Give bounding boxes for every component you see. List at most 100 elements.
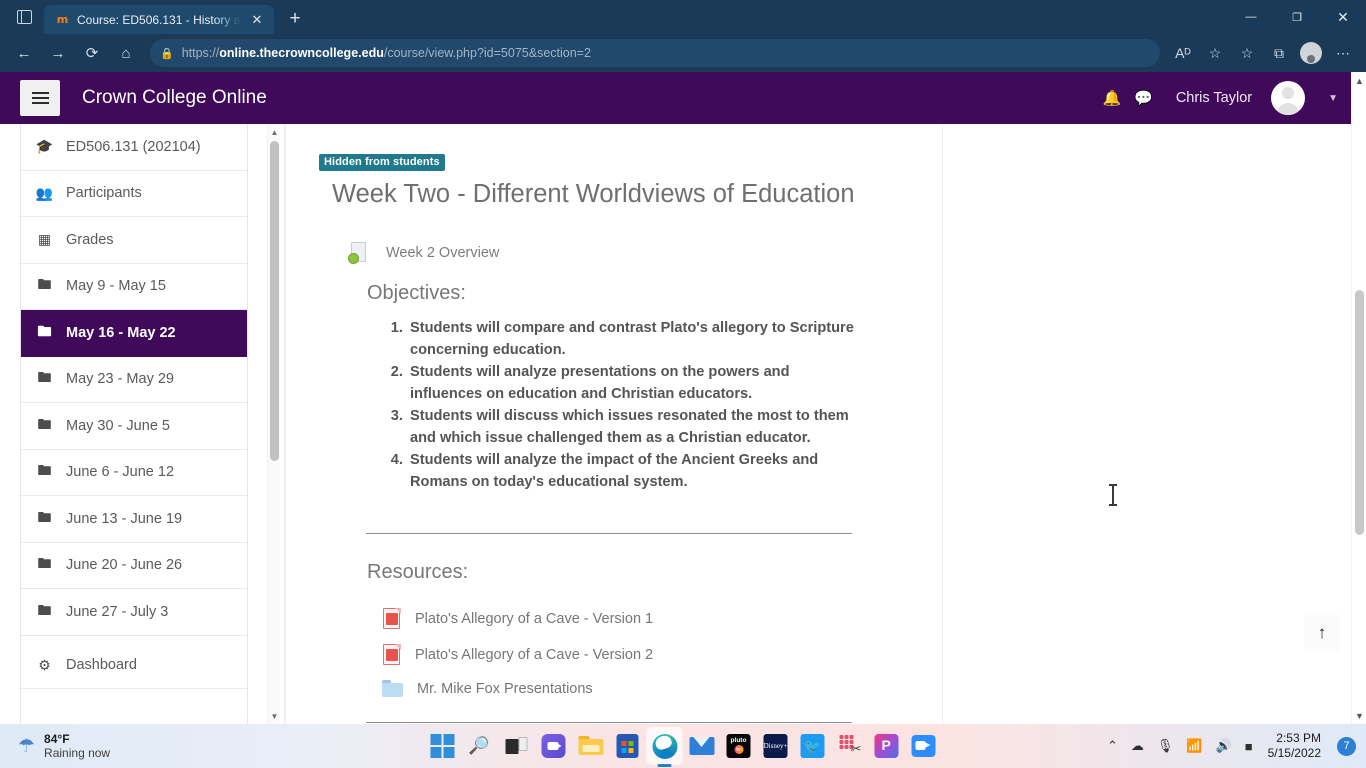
maximize-button[interactable]: ❐ [1274,0,1320,34]
onedrive-icon[interactable]: ☁ [1131,738,1144,754]
sidebar-item-label: June 20 - June 26 [66,557,183,574]
sidebar-divider [21,635,247,643]
user-name[interactable]: Chris Taylor [1176,90,1252,106]
page-scroll-up-icon[interactable]: ▲ [1352,72,1366,89]
page-scroll-down-icon[interactable]: ▼ [1352,707,1366,724]
url-scheme: https:// [181,46,220,60]
course-nav-list: 🎓 ED506.131 (202104) 👥 Participants ▦ Gr… [20,124,248,724]
store-icon [616,734,639,758]
page-scrollbar-thumb[interactable] [1355,290,1364,535]
lock-icon: 🔒 [160,47,174,60]
sidebar-item-label: May 30 - June 5 [66,417,170,434]
collections-icon[interactable]: ⧉ [1264,38,1294,68]
twitter-button[interactable]: 🐦 [800,733,826,759]
task-view-button[interactable] [504,733,530,759]
sidebar-scrollbar-thumb[interactable] [270,141,279,461]
url-path: /course/view.php?id=5075&section=2 [383,46,591,60]
tab-title: Course: ED506.131 - History and [77,12,241,27]
edge-button[interactable] [646,727,683,765]
back-icon[interactable]: ← [8,38,40,68]
sidebar-scrollbar[interactable]: ▲ ▼ [267,124,280,724]
sidebar-item-participants[interactable]: 👥 Participants [21,170,247,217]
sidebar-item-week-may30[interactable]: 🖿 May 30 - June 5 [21,403,247,450]
wifi-icon[interactable]: 📶 [1186,738,1202,754]
scroll-up-icon[interactable]: ▲ [268,124,281,140]
chevron-down-icon[interactable]: ▼ [1328,93,1338,104]
teams-chat-button[interactable] [541,733,567,759]
close-window-button[interactable]: ✕ [1320,0,1366,34]
address-bar[interactable]: 🔒 https://online.thecrowncollege.edu/cou… [150,39,1160,67]
resource-link-pdf-1[interactable]: Plato's Allegory of a Cave - Version 1 [382,608,942,630]
sidebar-item-week-june27[interactable]: 🖿 June 27 - July 3 [21,589,247,636]
graduation-cap-icon: 🎓 [35,138,54,155]
disney-plus-button[interactable]: Disney+ [763,733,789,759]
sidebar-item-dashboard[interactable]: ⚙ Dashboard [21,642,247,689]
favorites-icon[interactable]: ☆ [1232,38,1262,68]
clock[interactable]: 2:53 PM 5/15/2022 [1268,731,1321,761]
sidebar-item-week-may9[interactable]: 🖿 May 9 - May 15 [21,263,247,310]
sidebar-item-label: June 6 - June 12 [66,464,175,481]
section-divider-bottom [366,722,852,723]
reload-icon[interactable]: ⟳ [76,38,108,68]
scroll-to-top-button[interactable]: ↑ [1304,615,1340,651]
microphone-icon[interactable]: 🎙 [1157,738,1174,754]
sidebar-item-label: Participants [66,185,142,202]
sidebar-item-week-may23[interactable]: 🖿 May 23 - May 29 [21,356,247,403]
site-brand[interactable]: Crown College Online [82,87,267,109]
avatar[interactable] [1271,81,1306,115]
minimize-button[interactable]: — [1228,0,1274,34]
close-icon[interactable]: ✕ [248,11,266,29]
sidebar-item-course[interactable]: 🎓 ED506.131 (202104) [21,124,247,171]
text-cursor [1109,484,1117,506]
folder-icon: 🖿 [37,415,52,432]
sidebar-item-label: May 9 - May 15 [66,278,166,295]
page-title: Week Two - Different Worldviews of Educa… [332,180,855,208]
scroll-down-icon[interactable]: ▼ [268,708,281,724]
message-icon[interactable]: 💬 [1134,89,1153,107]
battery-icon[interactable]: ■ [1245,739,1253,754]
snip-sketch-button[interactable]: ✂ [837,733,863,759]
browser-profile-avatar[interactable] [1296,38,1326,68]
home-icon[interactable]: ⌂ [110,38,142,68]
forward-icon[interactable]: → [42,38,74,68]
weather-widget[interactable]: ☂ 84°F Raining now [0,732,170,760]
resources-list: Plato's Allegory of a Cave - Version 1 P… [319,608,942,698]
grid-icon: ▦ [37,231,52,248]
resource-label: Mr. Mike Fox Presentations [417,681,593,697]
sidebar-item-label: June 13 - June 19 [66,510,183,527]
resource-link-folder[interactable]: Mr. Mike Fox Presentations [382,680,942,698]
sidebar-item-week-june13[interactable]: 🖿 June 13 - June 19 [21,496,247,543]
pdf-icon [382,608,402,630]
volume-icon[interactable]: 🔊 [1216,738,1232,754]
resource-link-pdf-2[interactable]: Plato's Allegory of a Cave - Version 2 [382,644,942,666]
notification-badge[interactable]: 7 [1337,736,1356,756]
sidebar-item-week-june20[interactable]: 🖿 June 20 - June 26 [21,542,247,589]
objectives-heading: Objectives: [367,282,466,304]
tab-actions-button[interactable] [4,0,44,34]
paint-button[interactable] [874,733,900,759]
page-scrollbar[interactable]: ▲ ▼ [1351,72,1366,724]
bell-icon[interactable]: 🔔 [1102,89,1121,107]
overview-resource-link[interactable]: Week 2 Overview [347,241,942,265]
search-button[interactable]: 🔍 [467,733,493,759]
mail-button[interactable] [689,733,715,759]
more-settings-icon[interactable]: ⋯ [1328,38,1358,68]
start-button[interactable] [430,733,456,759]
show-hidden-icons-icon[interactable]: ⌃ [1107,738,1118,754]
sidebar-item-extra[interactable] [21,689,247,724]
file-explorer-button[interactable] [578,733,604,759]
menu-icon[interactable] [20,80,60,116]
pluto-tv-button[interactable]: pluto tv [726,733,752,759]
browser-tab[interactable]: m Course: ED506.131 - History and ✕ [44,5,274,34]
sidebar-item-grades[interactable]: ▦ Grades [21,217,247,264]
zoom-button[interactable] [911,733,937,759]
folder-icon [578,736,603,756]
add-favorite-icon[interactable]: ☆ [1200,38,1230,68]
new-tab-button[interactable]: + [280,5,310,33]
read-aloud-icon[interactable]: Aᴰ [1168,38,1198,68]
clock-time: 2:53 PM [1276,731,1321,745]
twitter-icon: 🐦 [800,734,825,758]
sidebar-item-week-may16[interactable]: 🖿 May 16 - May 22 [21,310,247,357]
microsoft-store-button[interactable] [615,733,641,759]
sidebar-item-week-june6[interactable]: 🖿 June 6 - June 12 [21,449,247,496]
